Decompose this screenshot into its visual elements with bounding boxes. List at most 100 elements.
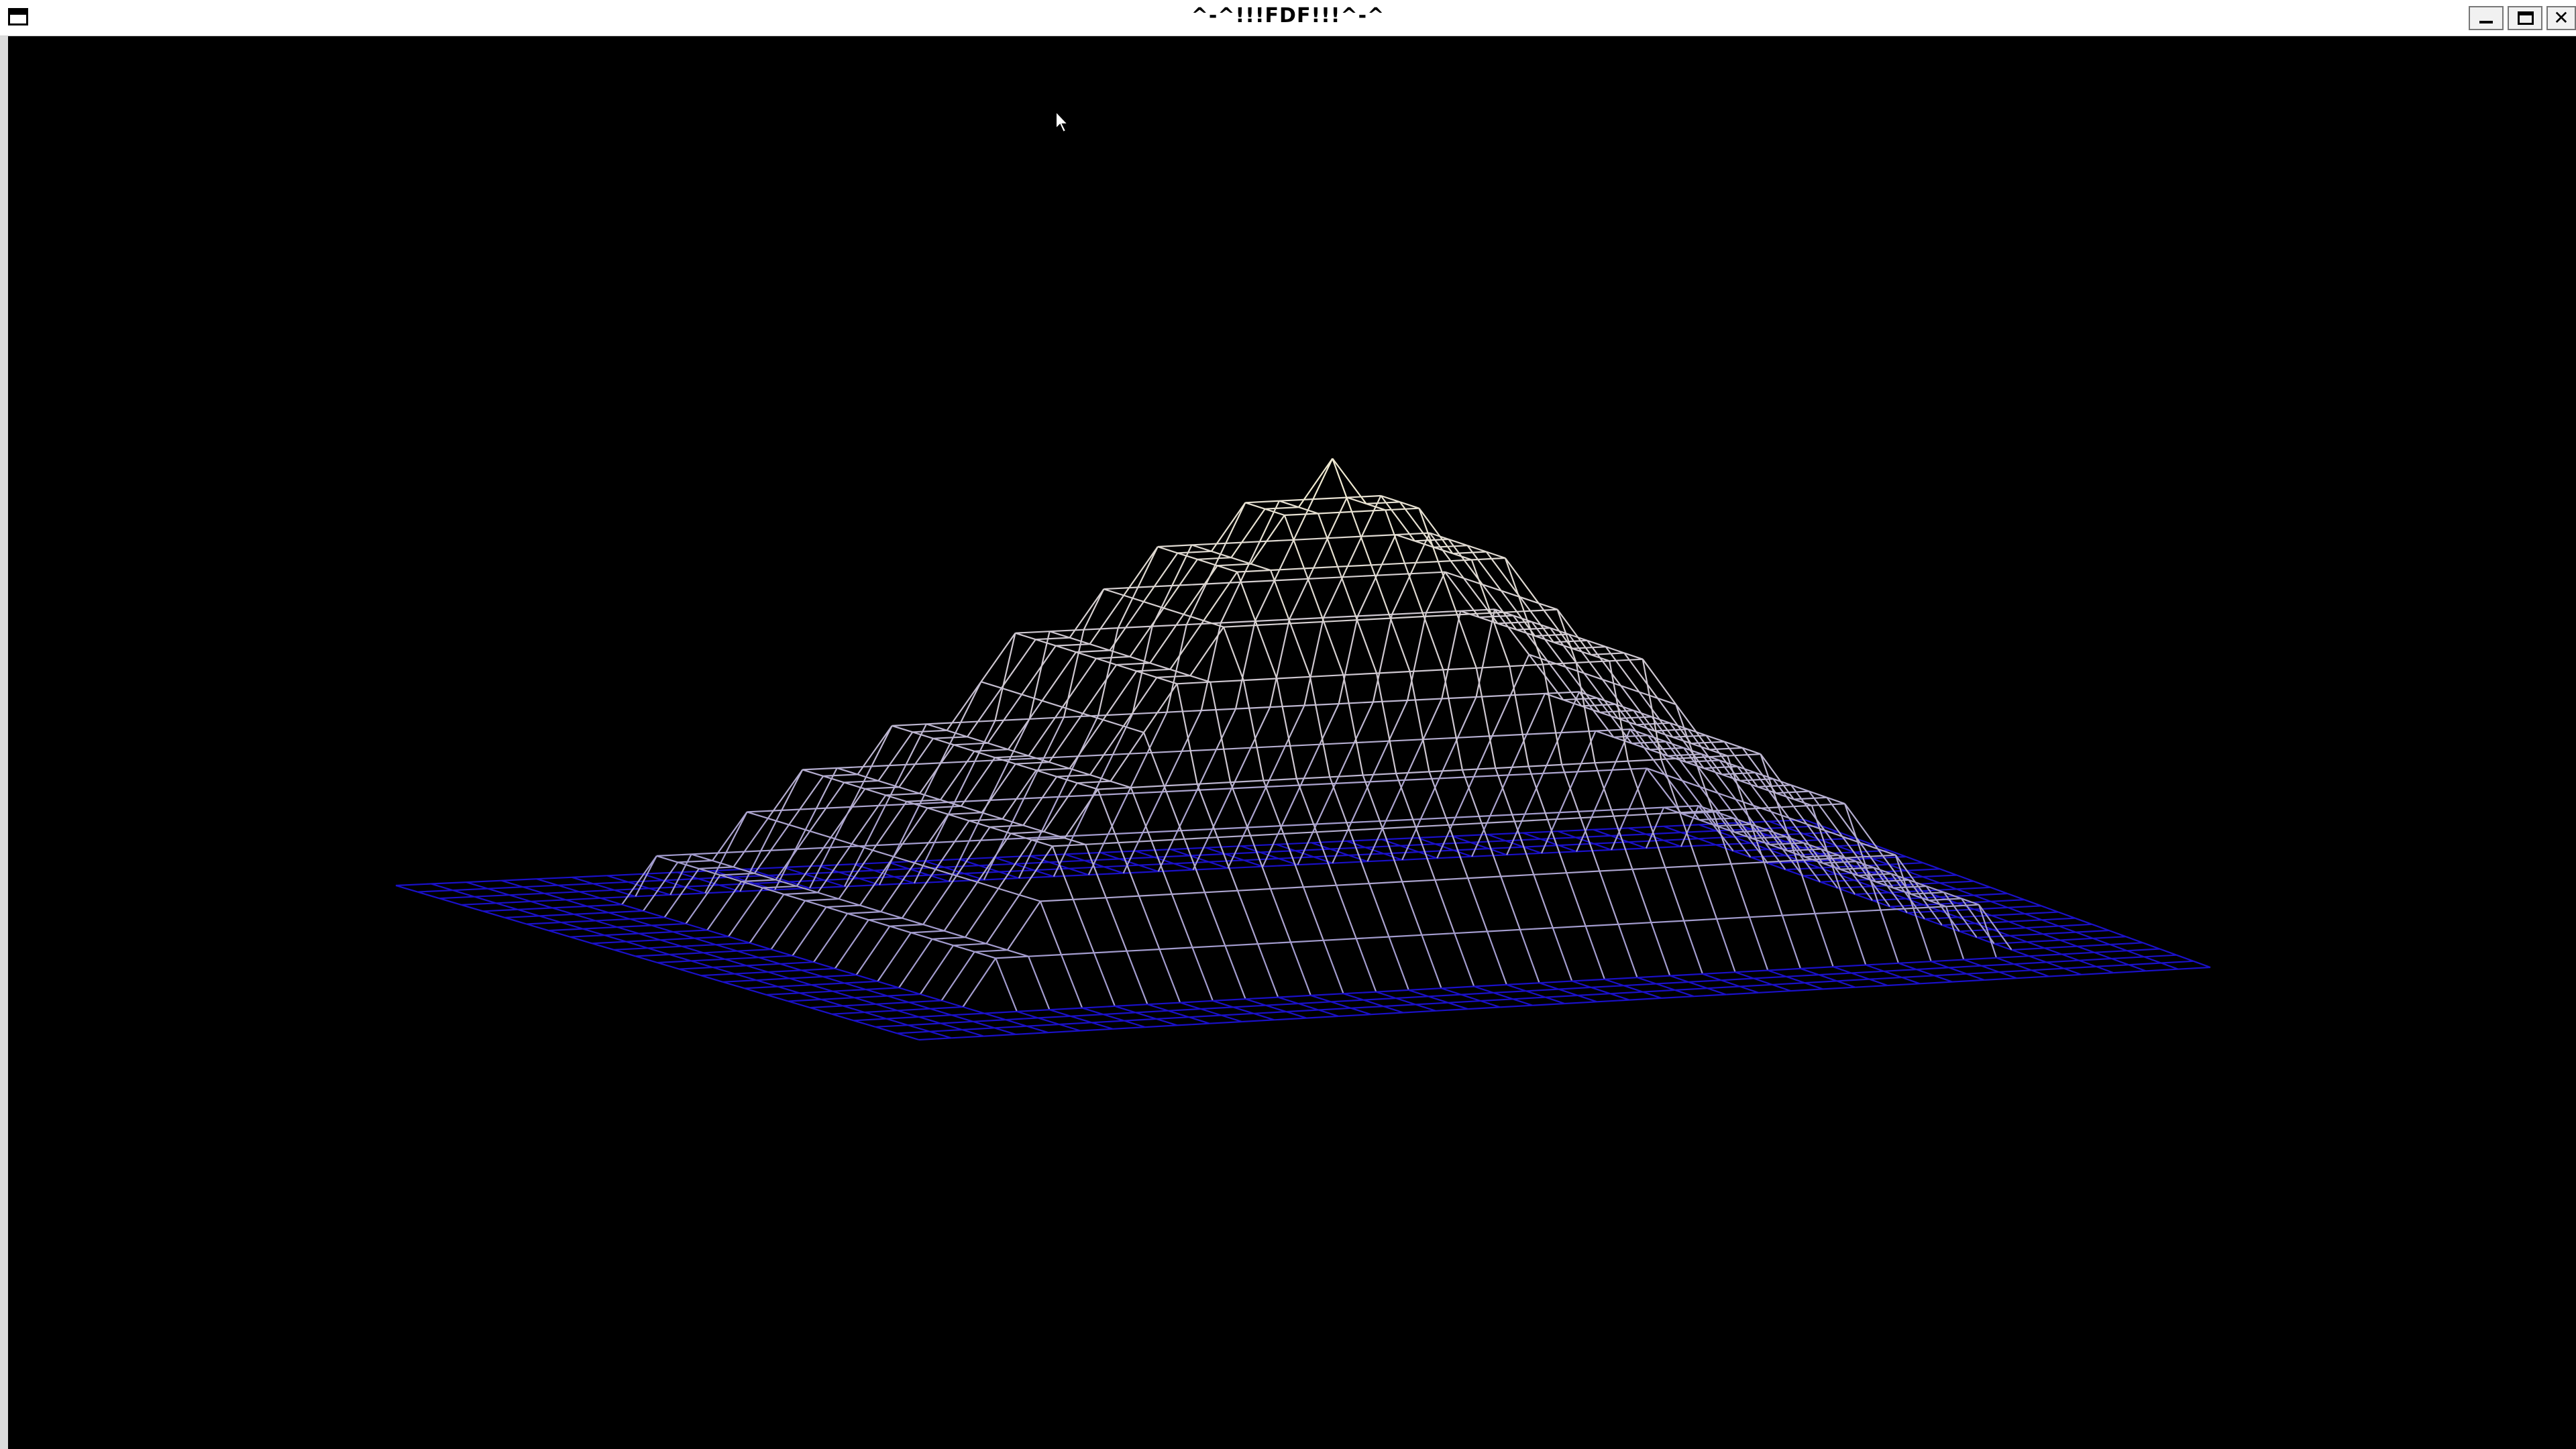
wireframe-edge bbox=[892, 723, 927, 727]
wireframe-edge bbox=[703, 952, 725, 960]
wireframe-edge bbox=[2059, 939, 2078, 947]
wireframe-edge bbox=[1604, 978, 1624, 987]
wireframe-edge bbox=[973, 1019, 1006, 1022]
wireframe-edge bbox=[767, 769, 804, 819]
wireframe-edge bbox=[1085, 842, 1119, 845]
wireframe-edge bbox=[1313, 856, 1333, 864]
wireframe-edge bbox=[919, 744, 955, 794]
wireframe-edge bbox=[1070, 1015, 1092, 1024]
wireframe-edge bbox=[1246, 786, 1267, 828]
wireframe-edge bbox=[963, 1006, 985, 1014]
wireframe-edge bbox=[1361, 534, 1396, 537]
wireframe-edge bbox=[1898, 962, 1917, 971]
wireframe-edge bbox=[1768, 967, 1801, 971]
wireframe-edge bbox=[1500, 1004, 1533, 1008]
wireframe-edge bbox=[930, 1008, 952, 1016]
wireframe-edge bbox=[544, 892, 566, 901]
wireframe-edge bbox=[1507, 852, 1542, 856]
wireframe-edge bbox=[1735, 969, 1768, 973]
wireframe-edge bbox=[821, 997, 855, 1000]
wireframe-edge bbox=[1250, 563, 1271, 572]
wireframe-edge bbox=[1033, 869, 1055, 877]
wireframe-edge bbox=[1819, 972, 1851, 976]
wireframe-edge bbox=[698, 866, 734, 869]
wireframe-edge bbox=[1855, 892, 1889, 896]
wireframe-edge bbox=[1114, 1004, 1148, 1007]
wireframe-edge bbox=[1383, 1006, 1404, 1014]
wireframe-edge bbox=[1409, 671, 1430, 772]
wireframe-edge bbox=[1256, 625, 1278, 679]
wireframe-edge bbox=[1667, 753, 1702, 757]
wireframe-edge bbox=[1628, 825, 1664, 829]
wireframe-edge bbox=[1191, 544, 1212, 552]
wireframe-edge bbox=[1372, 614, 1393, 702]
wireframe-edge bbox=[1192, 945, 1226, 949]
wireframe-edge bbox=[2031, 967, 2064, 971]
wireframe-edge bbox=[1468, 875, 1501, 879]
wireframe-edge bbox=[1650, 747, 1684, 751]
wireframe-edge bbox=[985, 943, 1008, 951]
wireframe-edge bbox=[1956, 874, 1974, 882]
wireframe-edge bbox=[1383, 851, 1419, 855]
wireframe-edge bbox=[1273, 539, 1295, 581]
wireframe-edge bbox=[1075, 649, 1110, 653]
wireframe-edge bbox=[1049, 1007, 1083, 1011]
wireframe-edge bbox=[1448, 1000, 1481, 1004]
wireframe-edge bbox=[961, 1028, 984, 1037]
wireframe-edge bbox=[461, 902, 496, 906]
wireframe-edge bbox=[1284, 705, 1305, 747]
wireframe-edge bbox=[747, 811, 769, 819]
wireframe-edge bbox=[1055, 643, 1090, 647]
wireframe-edge bbox=[1383, 1004, 1416, 1008]
wireframe-edge bbox=[649, 885, 684, 890]
wireframe-edge bbox=[2094, 950, 2127, 953]
wireframe-edge bbox=[1709, 749, 1728, 757]
wireframe-edge bbox=[647, 947, 670, 955]
wireframe-edge bbox=[1437, 855, 1472, 859]
wireframe-edge bbox=[1116, 662, 1150, 666]
wireframe-edge bbox=[1513, 996, 1546, 1000]
wireframe-edge bbox=[1890, 904, 1924, 908]
wireframe-edge bbox=[1456, 696, 1477, 739]
wireframe-edge bbox=[1990, 886, 2008, 895]
wireframe-edge bbox=[1371, 1012, 1403, 1016]
wireframe-edge bbox=[930, 1006, 963, 1010]
wireframe-edge bbox=[932, 938, 954, 947]
wireframe-edge bbox=[1996, 955, 2029, 959]
wireframe-edge bbox=[854, 997, 876, 1005]
wireframe-edge bbox=[1318, 1007, 1351, 1011]
wireframe-edge bbox=[1519, 927, 1553, 930]
wireframe-edge bbox=[1475, 667, 1497, 769]
wireframe-edge bbox=[1391, 612, 1427, 615]
wireframe-edge bbox=[851, 843, 873, 851]
wireframe-edge bbox=[1577, 994, 1597, 1003]
wireframe-edge bbox=[963, 871, 1000, 875]
wireframe-edge bbox=[1216, 837, 1239, 892]
wireframe-edge bbox=[894, 874, 929, 878]
wireframe-edge bbox=[1786, 974, 1819, 977]
wireframe-edge bbox=[1093, 950, 1127, 954]
wireframe-edge bbox=[466, 881, 488, 890]
wireframe-edge bbox=[2094, 951, 2112, 960]
wireframe-edge bbox=[566, 899, 588, 907]
wireframe-edge bbox=[2111, 956, 2145, 960]
wireframe-edge bbox=[1527, 766, 1549, 820]
wireframe-edge bbox=[953, 945, 975, 953]
wireframe-edge bbox=[1617, 716, 1652, 720]
wireframe-edge bbox=[1135, 1010, 1169, 1014]
wireframe-edge bbox=[2176, 954, 2194, 962]
wireframe-edge bbox=[1023, 824, 1044, 833]
wireframe-edge bbox=[1080, 1028, 1113, 1032]
wireframe-edge bbox=[1442, 696, 1477, 700]
wireframe-edge bbox=[1628, 841, 1647, 849]
wireframe-edge bbox=[1351, 511, 1373, 566]
wireframe-edge bbox=[1330, 774, 1363, 778]
wireframe-edge bbox=[914, 814, 949, 864]
wireframe-edge bbox=[1136, 670, 1157, 678]
wireframe-edge bbox=[1623, 985, 1643, 993]
wireframe-edge bbox=[1327, 497, 1348, 539]
wireframe-edge bbox=[1442, 669, 1463, 770]
wireframe-edge bbox=[1441, 610, 1462, 699]
wireframe-edge bbox=[1038, 1015, 1071, 1019]
wireframe-edge bbox=[1203, 892, 1226, 947]
